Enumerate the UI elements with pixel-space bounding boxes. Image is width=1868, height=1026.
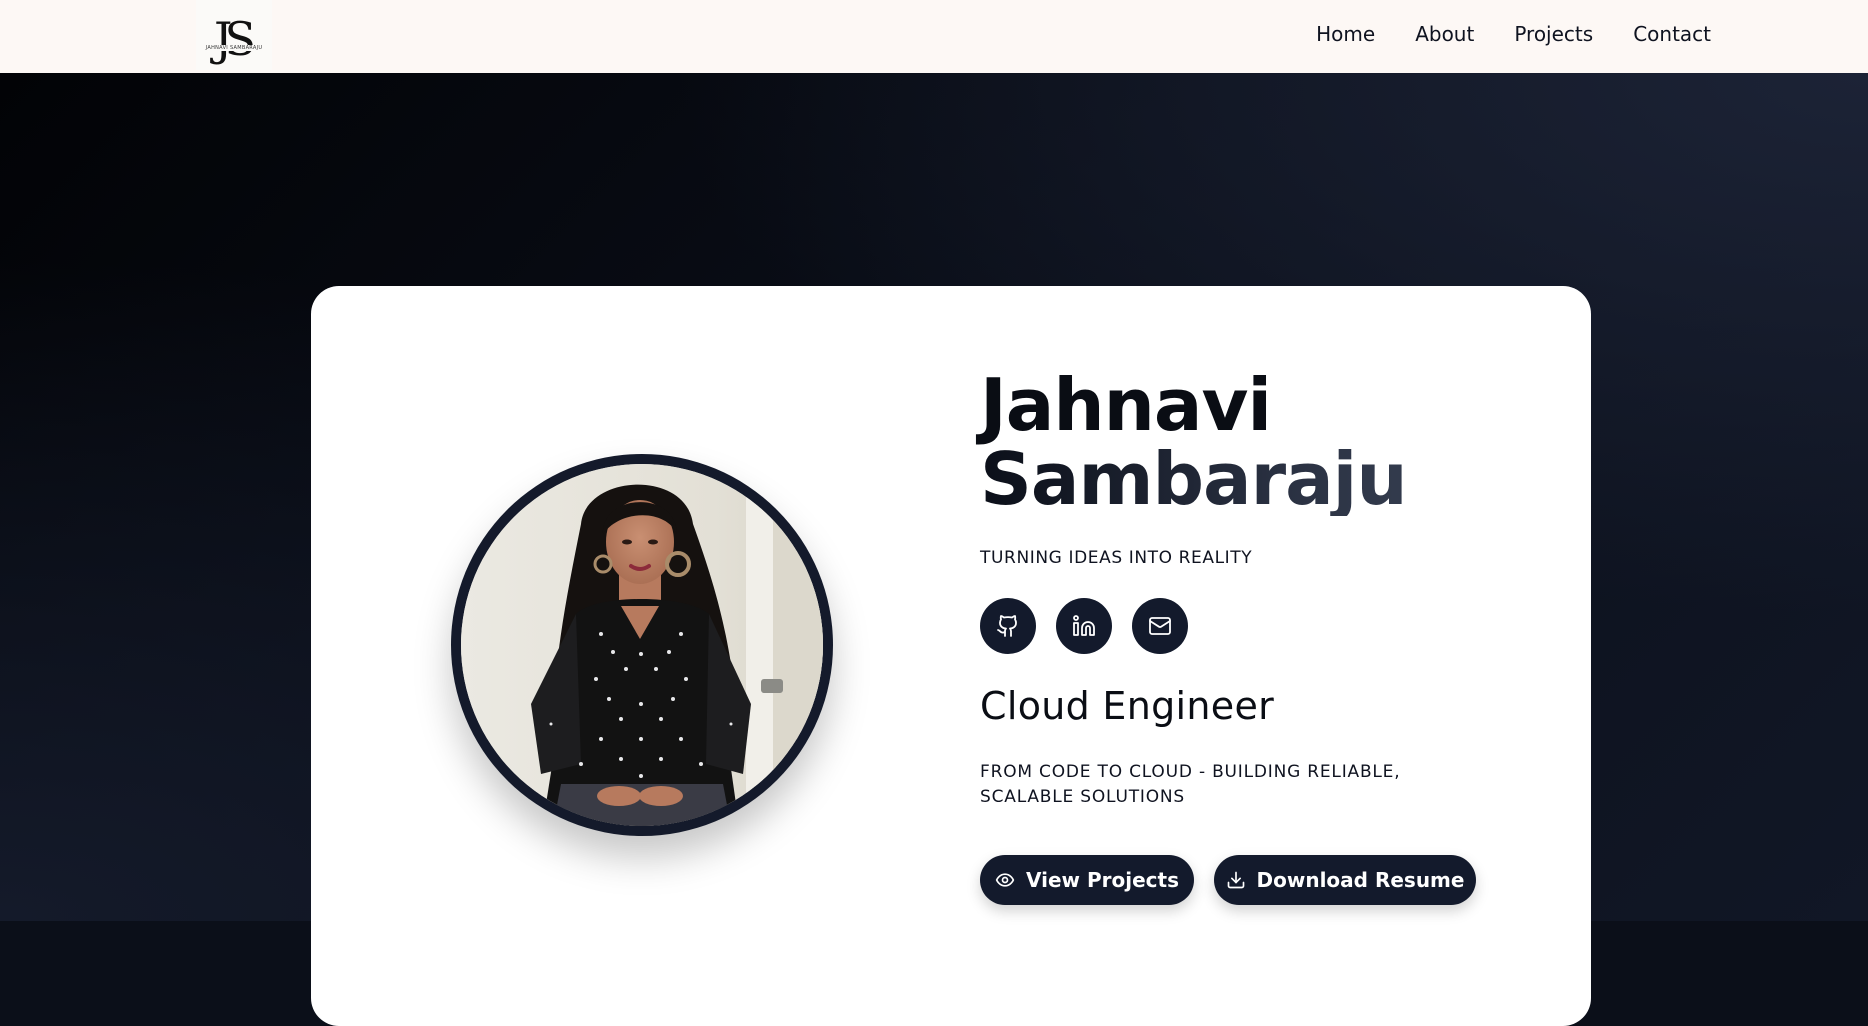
site-logo[interactable]: JS JAHNAVI SAMBARAJU <box>196 0 272 70</box>
nav-home[interactable]: Home <box>1316 22 1375 46</box>
linkedin-icon <box>1073 615 1095 636</box>
github-icon <box>997 615 1017 637</box>
profile-card: Jahnavi Sambaraju TURNING IDEAS INTO REA… <box>311 286 1591 1026</box>
role-title: Cloud Engineer <box>980 684 1275 728</box>
view-projects-button[interactable]: View Projects <box>980 855 1194 905</box>
nav-about[interactable]: About <box>1415 22 1474 46</box>
nav-projects[interactable]: Projects <box>1514 22 1593 46</box>
tagline: TURNING IDEAS INTO REALITY <box>980 548 1253 568</box>
hero-section: Jahnavi Sambaraju TURNING IDEAS INTO REA… <box>0 73 1868 1026</box>
download-resume-label: Download Resume <box>1256 868 1465 892</box>
linkedin-link[interactable] <box>1056 598 1112 654</box>
eye-icon <box>995 873 1015 887</box>
main-nav: Home About Projects Contact <box>1316 0 1711 68</box>
download-icon <box>1227 871 1244 889</box>
name-first: Jahnavi <box>980 363 1272 447</box>
view-projects-label: View Projects <box>1026 868 1179 892</box>
cta-buttons: View Projects Download Resume <box>980 855 1540 905</box>
logo-monogram: JS <box>214 12 256 66</box>
profile-photo-frame <box>451 454 833 836</box>
download-resume-button[interactable]: Download Resume <box>1214 855 1476 905</box>
profile-photo-illustration <box>461 464 823 826</box>
mail-icon <box>1149 617 1171 635</box>
mail-link[interactable] <box>1132 598 1188 654</box>
role-description: FROM CODE TO CLOUD - BUILDING RELIABLE, … <box>980 762 1401 807</box>
logo-text: JAHNAVI SAMBARAJU <box>204 45 264 51</box>
profile-info: Jahnavi Sambaraju TURNING IDEAS INTO REA… <box>980 368 1540 905</box>
github-link[interactable] <box>980 598 1036 654</box>
name-last: Sambaraju <box>980 442 1540 516</box>
profile-name: Jahnavi Sambaraju <box>980 368 1540 516</box>
nav-contact[interactable]: Contact <box>1633 22 1711 46</box>
social-links <box>980 598 1540 654</box>
site-header: JS JAHNAVI SAMBARAJU Home About Projects… <box>0 0 1868 73</box>
profile-photo <box>461 464 823 826</box>
